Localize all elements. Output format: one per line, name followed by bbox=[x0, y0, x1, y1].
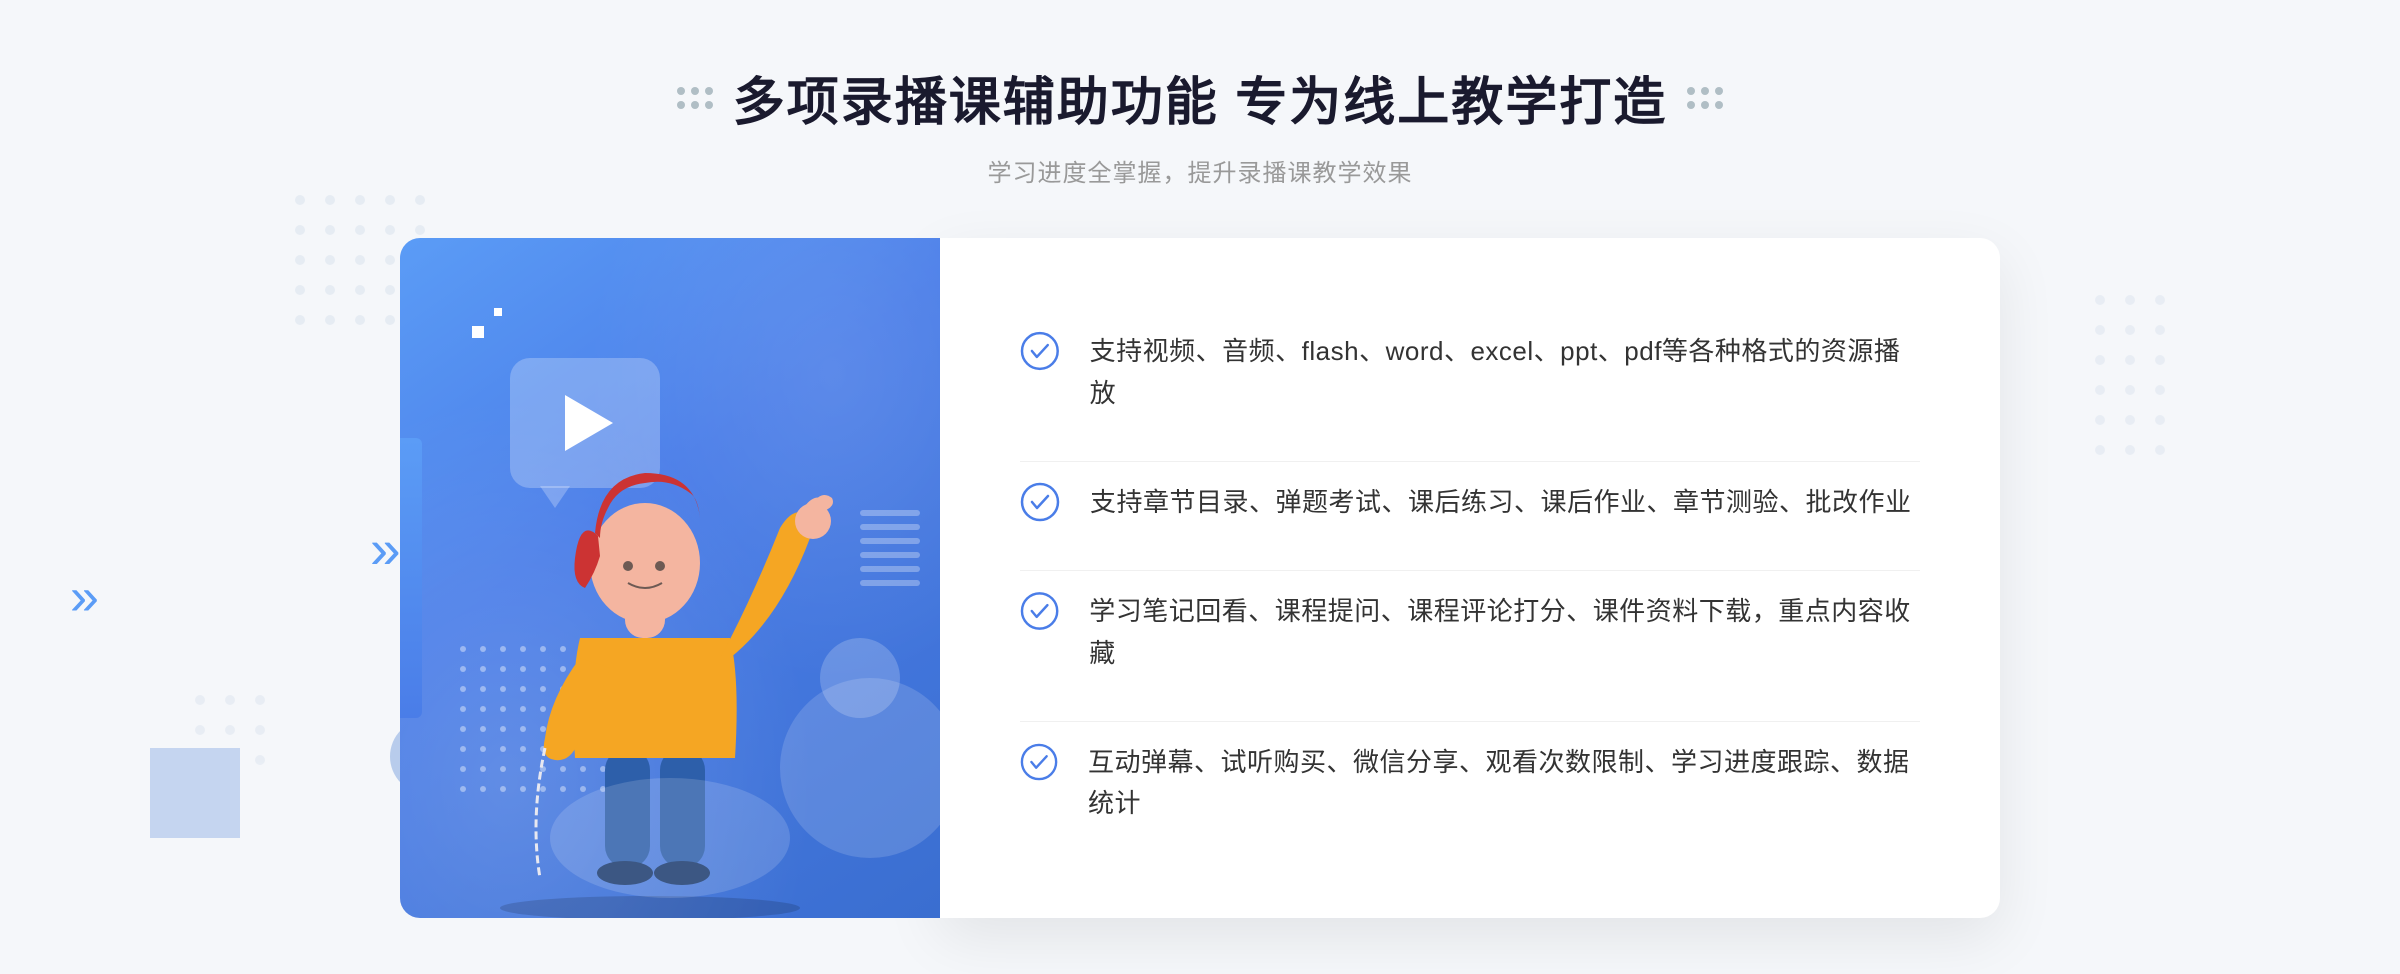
left-outer-decorations: » bbox=[70, 571, 89, 643]
page-title: 多项录播课辅助功能 专为线上教学打造 bbox=[733, 60, 1667, 135]
right-decoration-dots bbox=[1687, 87, 1723, 109]
feature-text-1: 支持视频、音频、flash、word、excel、ppt、pdf等各种格式的资源… bbox=[1090, 331, 1920, 414]
check-icon-3 bbox=[1020, 591, 1059, 631]
left-decoration-dots bbox=[677, 87, 713, 109]
check-icon-4 bbox=[1020, 742, 1058, 782]
feature-item-1: 支持视频、音频、flash、word、excel、ppt、pdf等各种格式的资源… bbox=[1020, 311, 1920, 434]
stripe-decoration bbox=[860, 510, 920, 630]
feature-text-3: 学习笔记回看、课程提问、课程评论打分、课件资料下载，重点内容收藏 bbox=[1089, 591, 1920, 674]
page-container: 多项录播课辅助功能 专为线上教学打造 学习进度全掌握，提升录播课教学效果 » bbox=[0, 0, 2400, 974]
title-row: 多项录播课辅助功能 专为线上教学打造 bbox=[677, 60, 1723, 135]
features-panel: 支持视频、音频、flash、word、excel、ppt、pdf等各种格式的资源… bbox=[940, 238, 2000, 918]
check-icon-2 bbox=[1020, 482, 1060, 522]
feature-text-2: 支持章节目录、弹题考试、课后练习、课后作业、章节测验、批改作业 bbox=[1090, 482, 1912, 524]
double-chevron-left-icon: » bbox=[370, 518, 386, 580]
page-subtitle: 学习进度全掌握，提升录播课教学效果 bbox=[677, 153, 1723, 188]
header-section: 多项录播课辅助功能 专为线上教学打造 学习进度全掌握，提升录播课教学效果 bbox=[677, 60, 1723, 188]
feature-text-4: 互动弹幕、试听购买、微信分享、观看次数限制、学习进度跟踪、数据统计 bbox=[1088, 742, 1920, 825]
person-illustration bbox=[450, 418, 850, 918]
illustration-card bbox=[400, 238, 940, 918]
check-icon-1 bbox=[1020, 331, 1060, 371]
feature-item-4: 互动弹幕、试听购买、微信分享、观看次数限制、学习进度跟踪、数据统计 bbox=[1020, 721, 1920, 845]
main-content-area: » bbox=[400, 238, 2000, 918]
left-chevron-icon: » bbox=[70, 571, 89, 623]
outer-circle-large bbox=[150, 748, 240, 838]
left-chevron-container: » bbox=[370, 517, 386, 581]
feature-item-3: 学习笔记回看、课程提问、课程评论打分、课件资料下载，重点内容收藏 bbox=[1020, 570, 1920, 694]
feature-item-2: 支持章节目录、弹题考试、课后练习、课后作业、章节测验、批改作业 bbox=[1020, 461, 1920, 544]
blue-side-tab bbox=[400, 438, 422, 718]
